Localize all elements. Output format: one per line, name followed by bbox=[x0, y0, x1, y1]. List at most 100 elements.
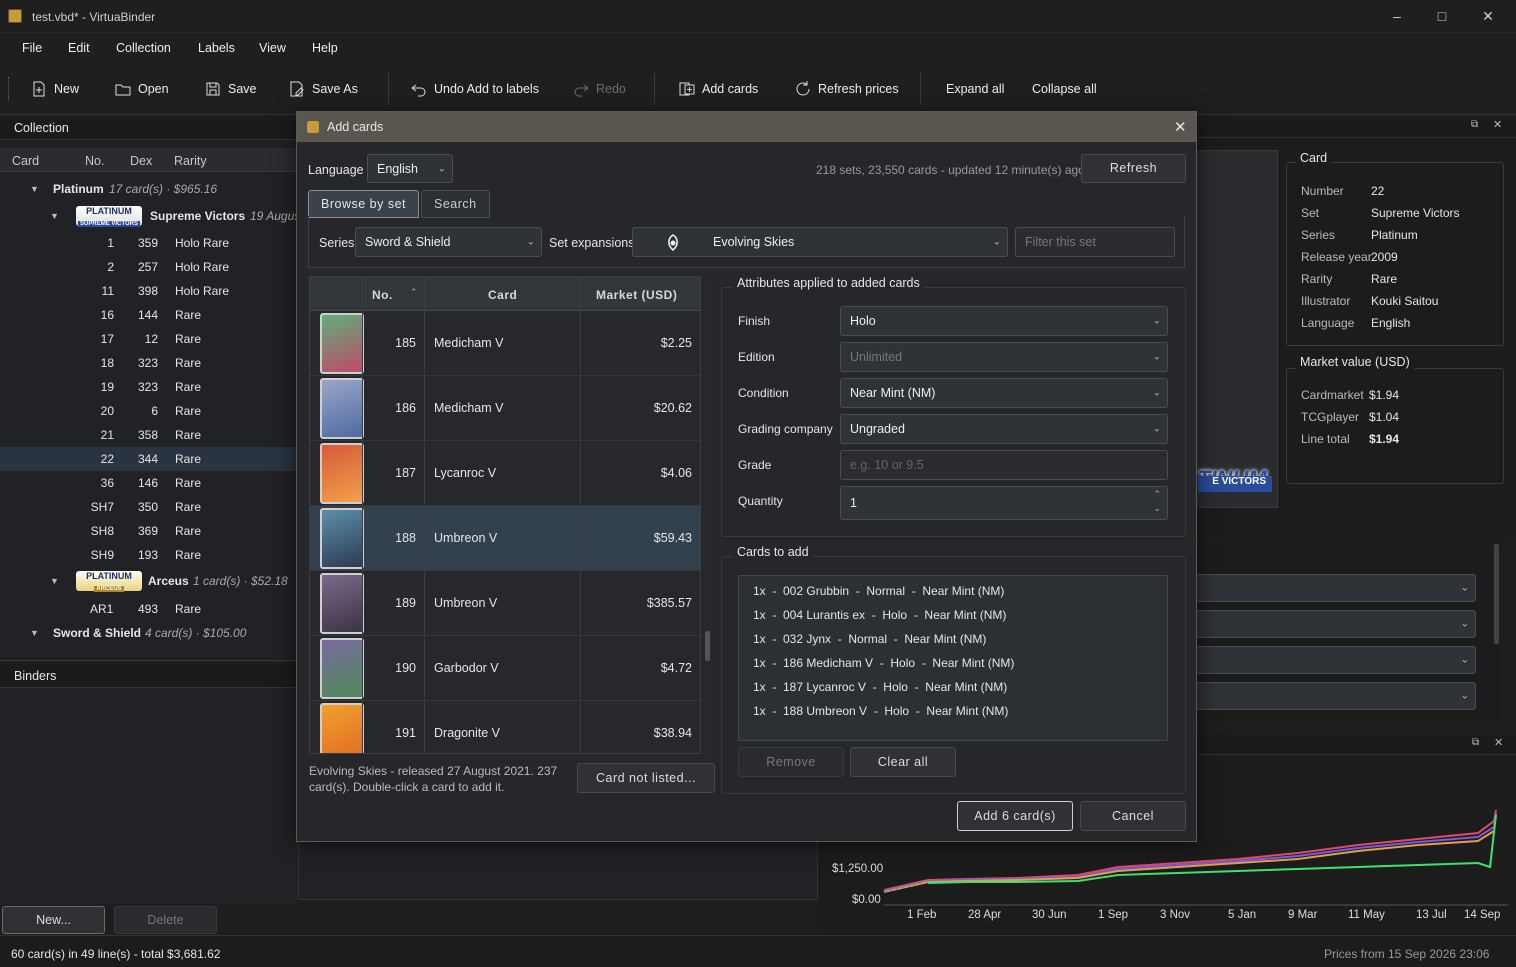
scrollbar[interactable] bbox=[1494, 544, 1499, 644]
list-item[interactable]: 1x - 002 Grubbin - Normal - Near Mint (N… bbox=[753, 584, 1004, 598]
label-select-1[interactable]: ⌄ bbox=[1196, 574, 1476, 602]
col-market[interactable]: Market (USD) bbox=[596, 288, 677, 302]
language-select[interactable]: English ⌄ bbox=[367, 154, 453, 183]
collection-row[interactable]: 2 257 Holo Rare bbox=[0, 255, 298, 279]
new-binder-button[interactable]: New... bbox=[2, 906, 105, 934]
collection-row[interactable]: 16 144 Rare bbox=[0, 303, 298, 327]
increment-icon[interactable]: ⌃ bbox=[1153, 489, 1161, 500]
collection-row[interactable]: 1 359 Holo Rare bbox=[0, 231, 298, 255]
save-button[interactable]: Save bbox=[204, 79, 257, 99]
collection-row[interactable]: 36 146 Rare bbox=[0, 471, 298, 495]
menu-help[interactable]: Help bbox=[312, 41, 338, 55]
label-select-2[interactable]: ⌄ bbox=[1196, 610, 1476, 638]
collection-row[interactable]: 20 6 Rare bbox=[0, 399, 298, 423]
series-select[interactable]: Sword & Shield ⌄ bbox=[355, 227, 542, 257]
refresh-button[interactable]: Refresh bbox=[1081, 154, 1186, 183]
decrement-icon[interactable]: ⌄ bbox=[1153, 503, 1161, 514]
remove-button[interactable]: Remove bbox=[738, 747, 844, 777]
group-row-sword-shield[interactable]: ▼ Sword & Shield 4 card(s) · $105.00 bbox=[0, 621, 298, 645]
grid-row[interactable]: 190 Garbodor V $4.72 bbox=[310, 636, 700, 701]
collection-row[interactable]: 22 344 Rare bbox=[0, 447, 298, 471]
grid-row[interactable]: 188 Umbreon V $59.43 bbox=[310, 506, 700, 571]
list-item[interactable]: 1x - 186 Medicham V - Holo - Near Mint (… bbox=[753, 656, 1014, 670]
collection-row[interactable]: 18 323 Rare bbox=[0, 351, 298, 375]
collection-row[interactable]: 21 358 Rare bbox=[0, 423, 298, 447]
group-row-platinum[interactable]: ▼ Platinum 17 card(s) · $965.16 bbox=[0, 177, 298, 201]
new-label: New bbox=[54, 82, 80, 96]
label-select-3[interactable]: ⌄ bbox=[1196, 646, 1476, 674]
new-button[interactable]: New bbox=[30, 79, 79, 99]
card-info-title: Card bbox=[1296, 151, 1332, 165]
collection-row[interactable]: SH9 193 Rare bbox=[0, 543, 298, 567]
float-panel-icon[interactable]: ⧉ bbox=[1471, 119, 1478, 130]
grid-scroll-thumb[interactable] bbox=[705, 631, 710, 661]
grid-row[interactable]: 187 Lycanroc V $4.06 bbox=[310, 441, 700, 506]
cards-to-add-list[interactable]: 1x - 002 Grubbin - Normal - Near Mint (N… bbox=[738, 575, 1168, 741]
tab-search[interactable]: Search bbox=[421, 190, 490, 218]
menu-collection[interactable]: Collection bbox=[116, 41, 171, 55]
cancel-button[interactable]: Cancel bbox=[1080, 801, 1186, 831]
status-left: 60 card(s) in 49 line(s) - total $3,681.… bbox=[11, 947, 221, 961]
save-as-button[interactable]: Save As bbox=[288, 79, 358, 99]
collapse-arrow-icon[interactable]: ▼ bbox=[50, 576, 59, 586]
col-no[interactable]: No. bbox=[85, 154, 104, 168]
grading-company-select[interactable]: Ungraded ⌄ bbox=[840, 414, 1168, 444]
refresh-prices-button[interactable]: Refresh prices bbox=[794, 79, 899, 99]
group-row-supreme-victors[interactable]: ▼ PLATINUM SUPREME VICTORS Supreme Victor… bbox=[0, 204, 298, 228]
status-right: Prices from 15 Sep 2026 23:06 bbox=[1324, 947, 1490, 961]
list-item[interactable]: 1x - 187 Lycanroc V - Holo - Near Mint (… bbox=[753, 680, 1007, 694]
redo-button[interactable]: Redo bbox=[572, 79, 626, 99]
grid-row[interactable]: 185 Medicham V $2.25 bbox=[310, 311, 700, 376]
list-item[interactable]: 1x - 032 Jynx - Normal - Near Mint (NM) bbox=[753, 632, 986, 646]
group-row-arceus[interactable]: ▼ PLATINUM ARCEUS Arceus 1 card(s) · $52.… bbox=[0, 569, 298, 593]
collapse-arrow-icon[interactable]: ▼ bbox=[30, 628, 39, 638]
add-cards-button[interactable]: Add cards bbox=[678, 79, 758, 99]
grid-row[interactable]: 186 Medicham V $20.62 bbox=[310, 376, 700, 441]
collection-row[interactable]: 17 12 Rare bbox=[0, 327, 298, 351]
col-card[interactable]: Card bbox=[12, 154, 39, 168]
col-dex[interactable]: Dex bbox=[130, 154, 152, 168]
finish-select[interactable]: Holo ⌄ bbox=[840, 306, 1168, 336]
collapse-all-button[interactable]: Collapse all bbox=[1032, 79, 1097, 99]
set-expansion-select[interactable]: Evolving Skies ⌄ bbox=[632, 227, 1008, 257]
quantity-stepper[interactable]: 1 ⌃ ⌄ bbox=[840, 486, 1168, 520]
label-select-4[interactable]: ⌄ bbox=[1196, 682, 1476, 710]
col-card[interactable]: Card bbox=[488, 288, 517, 302]
card-grid[interactable]: No. ⌃ Card Market (USD) 185 Medicham V $2.… bbox=[309, 276, 701, 754]
close-icon[interactable]: ✕ bbox=[1480, 8, 1496, 24]
menu-file[interactable]: File bbox=[22, 41, 42, 55]
list-item[interactable]: 1x - 188 Umbreon V - Holo - Near Mint (N… bbox=[753, 704, 1008, 718]
collection-row[interactable]: SH8 369 Rare bbox=[0, 519, 298, 543]
undo-button[interactable]: Undo Add to labels bbox=[410, 79, 539, 99]
minimize-icon[interactable]: – bbox=[1389, 8, 1405, 24]
collection-row[interactable]: SH7 350 Rare bbox=[0, 495, 298, 519]
collection-row[interactable]: 19 323 Rare bbox=[0, 375, 298, 399]
collection-row[interactable]: 11 398 Holo Rare bbox=[0, 279, 298, 303]
tab-browse-by-set[interactable]: Browse by set bbox=[308, 190, 420, 218]
delete-binder-button[interactable]: Delete bbox=[114, 906, 217, 934]
expand-all-button[interactable]: Expand all bbox=[946, 79, 1004, 99]
menu-labels[interactable]: Labels bbox=[198, 41, 235, 55]
maximize-icon[interactable]: □ bbox=[1434, 8, 1450, 24]
close-panel-icon[interactable]: ✕ bbox=[1493, 118, 1502, 131]
dialog-close-icon[interactable]: ✕ bbox=[1174, 118, 1187, 136]
clear-all-button[interactable]: Clear all bbox=[850, 747, 956, 777]
add-cards-confirm-button[interactable]: Add 6 card(s) bbox=[957, 801, 1073, 831]
edition-select[interactable]: Unlimited ⌄ bbox=[840, 342, 1168, 372]
col-no[interactable]: No. bbox=[372, 288, 393, 302]
menu-view[interactable]: View bbox=[259, 41, 286, 55]
list-item[interactable]: 1x - 004 Lurantis ex - Holo - Near Mint … bbox=[753, 608, 1006, 622]
menu-edit[interactable]: Edit bbox=[68, 41, 90, 55]
collection-row[interactable]: AR1 493 Rare bbox=[0, 597, 298, 621]
grid-scrollbar[interactable] bbox=[703, 276, 713, 754]
card-not-listed-button[interactable]: Card not listed... bbox=[577, 763, 715, 793]
col-rarity[interactable]: Rarity bbox=[174, 154, 207, 168]
condition-select[interactable]: Near Mint (NM) ⌄ bbox=[840, 378, 1168, 408]
open-button[interactable]: Open bbox=[114, 79, 169, 99]
filter-set-input[interactable]: Filter this set bbox=[1015, 227, 1175, 257]
grid-row[interactable]: 189 Umbreon V $385.57 bbox=[310, 571, 700, 636]
collapse-arrow-icon[interactable]: ▼ bbox=[50, 211, 59, 221]
grid-row[interactable]: 191 Dragonite V $38.94 bbox=[310, 701, 700, 753]
grade-input[interactable]: e.g. 10 or 9.5 bbox=[840, 450, 1168, 480]
collapse-arrow-icon[interactable]: ▼ bbox=[30, 184, 39, 194]
